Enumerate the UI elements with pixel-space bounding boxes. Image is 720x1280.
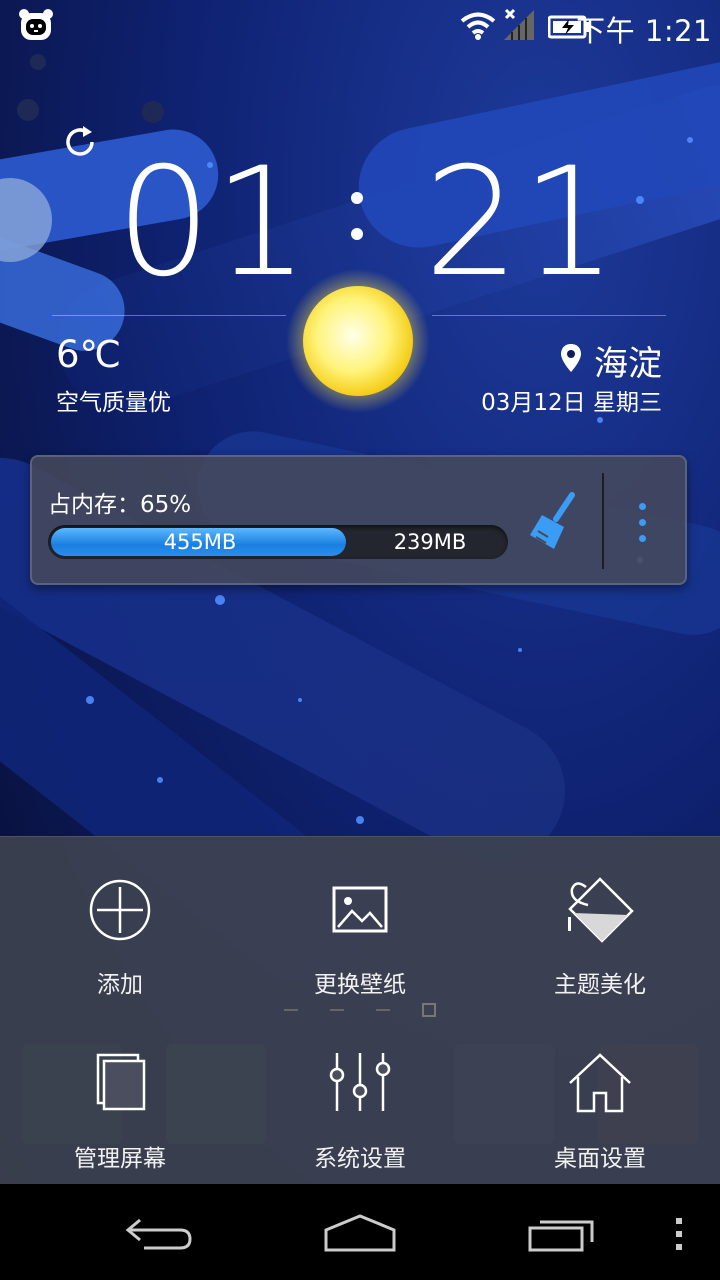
overflow-icon[interactable]: [674, 1218, 684, 1252]
weather-temperature[interactable]: 6℃: [56, 333, 121, 376]
memory-used: 455MB: [163, 530, 237, 554]
location-name[interactable]: 海淀: [594, 336, 662, 385]
page-indicator: [284, 1003, 436, 1023]
signal-off-icon: [504, 8, 534, 40]
refresh-icon[interactable]: [62, 124, 98, 160]
menu-label-add: 添加: [97, 972, 143, 998]
sliders-icon: [329, 1053, 391, 1111]
memory-label: 占内存：65%: [48, 492, 192, 518]
broom-icon[interactable]: [528, 491, 580, 553]
date-text: 03月12日 星期三: [481, 390, 662, 416]
desktop-menu-panel: 添加 更换壁纸 主题美化 管理屏幕 系统设置 桌面设置: [0, 836, 720, 1185]
memory-separator: [602, 473, 604, 569]
menu-label-theme: 主题美化: [554, 972, 646, 998]
memory-free: 239MB: [393, 530, 467, 554]
paint-bucket-icon: [568, 877, 634, 943]
navigation-bar: [0, 1184, 720, 1280]
add-circle-icon: [89, 879, 151, 941]
sun-icon[interactable]: [300, 282, 416, 398]
back-icon[interactable]: [124, 1214, 194, 1254]
wallpaper-icon: [332, 886, 388, 933]
clock-hours[interactable]: 01: [116, 148, 311, 298]
status-bar: 下午 1:21: [0, 0, 720, 52]
menu-item-system-settings[interactable]: 系统设置: [240, 1049, 480, 1179]
recents-icon[interactable]: [526, 1214, 598, 1254]
home-icon: [569, 1053, 631, 1113]
menu-label-wallpaper: 更换壁纸: [314, 972, 406, 998]
memory-widget[interactable]: 占内存：65% 455MB 239MB: [30, 455, 687, 585]
menu-label-manage-screens: 管理屏幕: [74, 1146, 166, 1172]
menu-item-desktop-settings[interactable]: 桌面设置: [480, 1049, 720, 1179]
menu-item-wallpaper[interactable]: 更换壁纸: [240, 877, 480, 1007]
menu-item-theme[interactable]: 主题美化: [480, 877, 720, 1007]
air-quality: 空气质量优: [56, 390, 171, 416]
home-nav-icon[interactable]: [322, 1212, 398, 1254]
panda-app-icon: [19, 9, 53, 40]
divider-left: [52, 315, 286, 316]
clock-minutes[interactable]: 21: [424, 148, 619, 298]
menu-item-add[interactable]: 添加: [0, 877, 240, 1007]
clock-colon: [346, 188, 368, 250]
status-time: 下午 1:21: [576, 14, 712, 48]
menu-label-desktop-settings: 桌面设置: [554, 1146, 646, 1172]
memory-progress-bar: 455MB 239MB: [48, 525, 508, 559]
more-vertical-icon[interactable]: [630, 503, 654, 547]
divider-right: [432, 315, 666, 316]
location-pin-icon: [561, 344, 581, 372]
wifi-icon: [460, 12, 496, 40]
screens-icon: [96, 1053, 146, 1111]
menu-label-system-settings: 系统设置: [314, 1146, 406, 1172]
menu-item-manage-screens[interactable]: 管理屏幕: [0, 1049, 240, 1179]
